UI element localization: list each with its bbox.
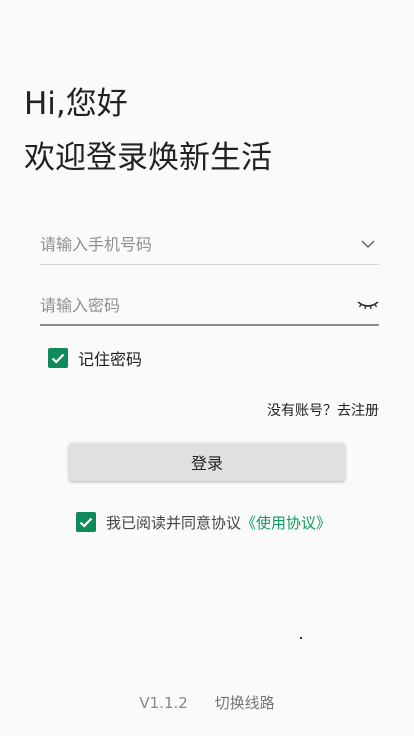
check-icon (51, 353, 65, 364)
check-icon (79, 517, 93, 528)
phone-underline (40, 264, 379, 265)
decorative-dot (300, 637, 302, 639)
remember-checkbox[interactable] (48, 348, 68, 368)
phone-field (40, 225, 379, 265)
usage-agreement-link[interactable]: 《使用协议》 (241, 512, 331, 533)
phone-input[interactable] (40, 225, 340, 263)
remember-password-row[interactable]: 记住密码 (48, 347, 142, 369)
password-underline (40, 324, 379, 326)
version-label: V1.1.2 (139, 694, 188, 712)
password-input[interactable] (40, 286, 340, 324)
login-button[interactable]: 登录 (69, 443, 345, 481)
greeting-title: Hi,您好 (24, 86, 128, 122)
footer: V1.1.2 切换线路 (0, 692, 414, 713)
eye-closed-icon[interactable] (357, 294, 379, 316)
welcome-title: 欢迎登录焕新生活 (24, 140, 272, 176)
password-field (40, 286, 379, 326)
remember-label: 记住密码 (78, 350, 143, 369)
agreement-text: 我已阅读并同意协议 (106, 513, 242, 532)
agreement-checkbox[interactable] (76, 512, 96, 532)
chevron-down-icon[interactable] (357, 233, 379, 255)
agreement-row: 我已阅读并同意协议 《使用协议》 (76, 511, 331, 533)
register-link[interactable]: 没有账号？去注册 (267, 400, 379, 420)
switch-line-link[interactable]: 切换线路 (215, 694, 275, 712)
